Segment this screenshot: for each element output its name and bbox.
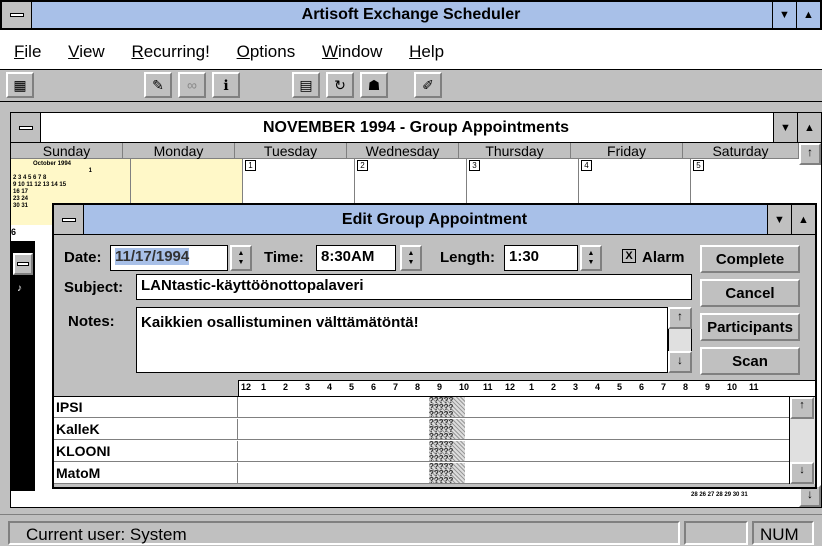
notes-label: Notes: (68, 313, 115, 330)
participant-row[interactable]: IPSI ????? ????? ????? (54, 397, 789, 418)
day-tuesday: Tuesday (235, 143, 347, 159)
day-wednesday: Wednesday (347, 143, 459, 159)
date-value: 11/17/1994 (115, 248, 190, 265)
edit-appointment-dialog: Edit Group Appointment ▼ ▲ Date: 11/17/1… (52, 203, 817, 489)
dialog-title: Edit Group Appointment (341, 210, 528, 228)
info-icon[interactable]: ℹ (212, 72, 240, 98)
dialog-maximize[interactable]: ▲ (791, 205, 815, 234)
notes-scroll-up[interactable]: ↑ (668, 307, 692, 329)
length-label: Length: (440, 249, 495, 266)
status-spacer (684, 521, 748, 545)
subject-field[interactable]: LANtastic-käyttöönottopalaveri (136, 274, 692, 300)
grid-scrollbar[interactable]: ↑ ↓ (789, 396, 815, 484)
day-sunday: Sunday (11, 143, 123, 159)
grid-scroll-down[interactable]: ↓ (790, 462, 814, 484)
day-monday: Monday (123, 143, 235, 159)
busy-block: ????? ????? ????? (429, 441, 465, 461)
status-bar: Current user: System NUM (0, 514, 822, 546)
day-thursday: Thursday (459, 143, 571, 159)
status-user: Current user: System (8, 521, 680, 545)
dialog-titlebar: Edit Group Appointment ▼ ▲ (54, 205, 815, 235)
subject-label: Subject: (64, 279, 124, 296)
busy-block: ????? ????? ????? (429, 419, 465, 439)
participants-button[interactable]: Participants (700, 313, 800, 341)
participant-name: MatoM (56, 465, 101, 481)
second-window-sysmenu[interactable] (13, 253, 33, 275)
day-saturday: Saturday (683, 143, 799, 159)
dialog-system-menu[interactable] (54, 205, 84, 234)
notes-scroll-track[interactable] (668, 329, 692, 351)
participant-name: IPSI (56, 399, 83, 415)
bell-icon: ♪ (17, 283, 22, 294)
menu-bar: File View Recurring! Options Window Help (0, 30, 822, 70)
time-label: Time: (264, 249, 304, 266)
calendar-maximize[interactable]: ▲ (797, 113, 821, 142)
day-friday: Friday (571, 143, 683, 159)
alarm-label: Alarm (642, 249, 685, 266)
second-window-strip (11, 241, 35, 491)
busy-block: ????? ????? ????? (429, 463, 465, 483)
participants-grid: IPSI ????? ????? ????? KalleK ????? ????… (54, 396, 789, 484)
calendar-title: NOVEMBER 1994 - Group Appointments (262, 118, 570, 136)
time-field[interactable]: 8:30AM (316, 245, 396, 271)
calendar-minimize[interactable]: ▼ (773, 113, 797, 142)
menu-recurring[interactable]: Recurring! (131, 42, 209, 61)
calendar-scroll-up[interactable]: ↑ (799, 143, 821, 165)
refresh-icon[interactable]: ↻ (326, 72, 354, 98)
mini-month-title: October 1994 (33, 161, 72, 167)
length-spinner[interactable]: ▲ ▼ (580, 245, 602, 271)
participant-row[interactable]: KalleK ????? ????? ????? (54, 419, 789, 440)
status-num: NUM (752, 521, 814, 545)
calendar-icon[interactable]: ▤ (292, 72, 320, 98)
users-icon[interactable]: ☗ (360, 72, 388, 98)
alarm-checkbox[interactable]: X (622, 249, 636, 263)
menu-view[interactable]: View (68, 42, 105, 61)
participant-name: KalleK (56, 421, 100, 437)
date-label: Date: (64, 249, 102, 266)
calendar-system-menu[interactable] (11, 113, 41, 142)
length-field[interactable]: 1:30 (504, 245, 578, 271)
app-title: Artisoft Exchange Scheduler (301, 6, 521, 23)
participant-name: KLOONI (56, 443, 111, 459)
menu-window[interactable]: Window (322, 42, 382, 61)
hour-ruler: 12 1 2 3 4 5 6 7 8 9 10 11 12 1 2 3 4 5 … (238, 380, 815, 396)
maximize-button[interactable]: ▲ (796, 2, 820, 28)
cancel-button[interactable]: Cancel (700, 279, 800, 307)
schedule-icon[interactable]: ▦ (6, 72, 34, 98)
toolbar: ▦ ✎ ∞ ℹ ▤ ↻ ☗ ✐ (0, 70, 822, 102)
menu-options[interactable]: Options (237, 42, 296, 61)
week-label: 6 (11, 227, 17, 237)
participant-row[interactable]: MatoM ????? ????? ????? (54, 463, 789, 484)
glasses-icon[interactable]: ∞ (178, 72, 206, 98)
grid-scroll-up[interactable]: ↑ (790, 397, 814, 419)
menu-file[interactable]: File (14, 42, 41, 61)
notes-scroll-down[interactable]: ↓ (668, 351, 692, 373)
menu-help[interactable]: Help (409, 42, 444, 61)
pen-icon[interactable]: ✐ (414, 72, 442, 98)
system-menu-button[interactable] (2, 2, 32, 28)
busy-block: ????? ????? ????? (429, 397, 465, 417)
date-spinner[interactable]: ▲ ▼ (230, 245, 252, 271)
scan-button[interactable]: Scan (700, 347, 800, 375)
minimize-button[interactable]: ▼ (772, 2, 796, 28)
date-field[interactable]: 11/17/1994 (110, 245, 228, 271)
dialog-minimize[interactable]: ▼ (767, 205, 791, 234)
complete-button[interactable]: Complete (700, 245, 800, 273)
day-header: Sunday Monday Tuesday Wednesday Thursday… (11, 143, 799, 159)
participant-row[interactable]: KLOONI ????? ????? ????? (54, 441, 789, 462)
calendar-titlebar: NOVEMBER 1994 - Group Appointments ▼ ▲ (11, 113, 821, 143)
app-titlebar: Artisoft Exchange Scheduler ▼ ▲ (0, 0, 822, 30)
time-spinner[interactable]: ▲ ▼ (400, 245, 422, 271)
pencil-icon[interactable]: ✎ (144, 72, 172, 98)
notes-field[interactable]: Kaikkien osallistuminen välttämätöntä! (136, 307, 668, 373)
